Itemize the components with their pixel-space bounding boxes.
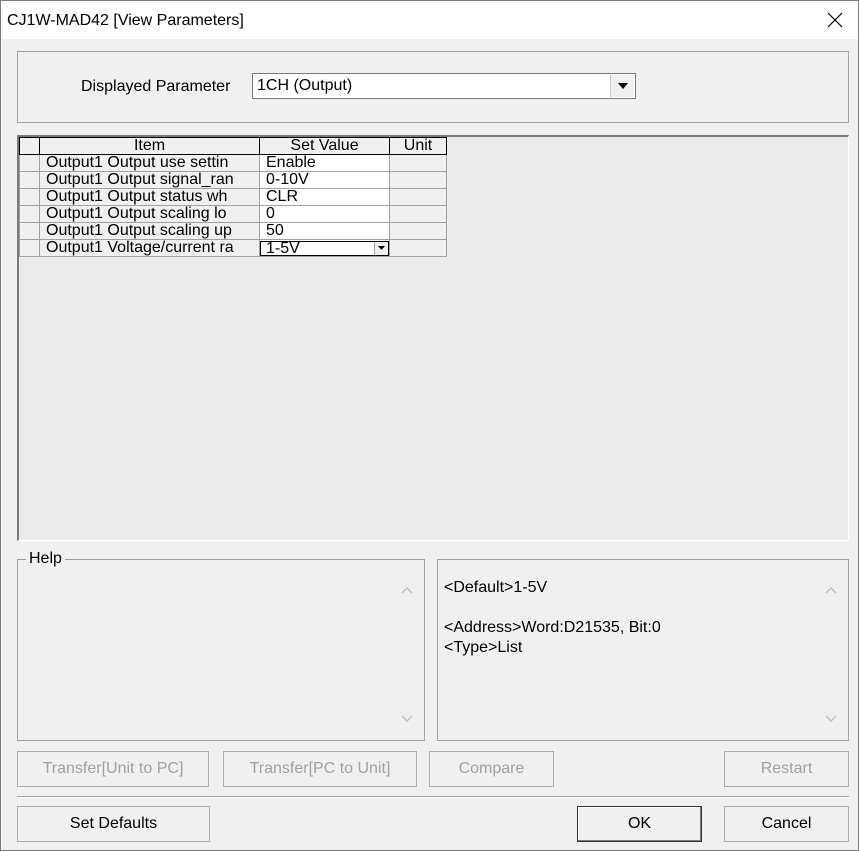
set-value-cell[interactable]: 1-5V — [259, 239, 390, 257]
details-panel: <Default>1-5V​<Address>Word:D21535, Bit:… — [437, 559, 849, 741]
cancel-button[interactable]: Cancel — [724, 806, 849, 842]
unit-cell — [389, 222, 447, 240]
set-value-cell[interactable]: 50 — [259, 222, 390, 240]
table-row[interactable]: Output1 Output use settin Enable — [19, 154, 447, 172]
view-parameters-dialog: CJ1W-MAD42 [View Parameters] Displayed P… — [0, 0, 859, 851]
displayed-parameter-panel: Displayed Parameter 1CH (Output) — [17, 51, 849, 123]
table-row[interactable]: Output1 Output scaling lo 0 — [19, 205, 447, 223]
transfer-unit-to-pc-button[interactable]: Transfer[Unit to PC] — [17, 751, 209, 787]
unit-cell — [389, 239, 447, 257]
column-header-item[interactable]: Item — [39, 137, 260, 155]
type-text: <Type>List — [444, 639, 523, 656]
separator — [17, 796, 849, 798]
table-row[interactable]: Output1 Output scaling up 50 — [19, 222, 447, 240]
voltage-range-value: 1-5V — [266, 239, 300, 257]
row-header[interactable] — [19, 171, 40, 189]
chevron-down-icon — [825, 714, 837, 722]
dropdown-button[interactable] — [610, 75, 634, 97]
compare-button[interactable]: Compare — [429, 751, 554, 787]
item-cell[interactable]: Output1 Output scaling lo — [39, 205, 260, 223]
displayed-parameter-select[interactable]: 1CH (Output) — [252, 73, 636, 99]
table-row[interactable]: Output1 Output status wh CLR — [19, 188, 447, 206]
scroll-down-button[interactable] — [820, 706, 842, 730]
set-value-cell[interactable]: Enable — [259, 154, 390, 172]
item-cell[interactable]: Output1 Output scaling up — [39, 222, 260, 240]
row-header[interactable] — [19, 222, 40, 240]
table-row[interactable]: Output1 Output signal_ran 0-10V — [19, 171, 447, 189]
default-value-text: <Default>1-5V — [444, 579, 548, 596]
chevron-down-icon — [617, 83, 628, 89]
row-header[interactable] — [19, 239, 40, 257]
scroll-down-button[interactable] — [396, 706, 418, 730]
window-title: CJ1W-MAD42 [View Parameters] — [7, 12, 244, 29]
help-label: Help — [26, 550, 65, 568]
unit-cell — [389, 171, 447, 189]
address-text: <Address>Word:D21535, Bit:0 — [444, 619, 661, 636]
unit-cell — [389, 154, 447, 172]
set-defaults-button[interactable]: Set Defaults — [17, 806, 210, 842]
close-button[interactable] — [812, 1, 858, 39]
item-cell[interactable]: Output1 Output signal_ran — [39, 171, 260, 189]
cell-dropdown-button[interactable] — [374, 241, 388, 255]
close-icon — [827, 12, 843, 28]
table-row[interactable]: Output1 Voltage/current ra 1-5V — [19, 239, 447, 257]
details-scrollbar[interactable] — [820, 578, 842, 730]
scroll-up-button[interactable] — [396, 578, 418, 602]
row-header[interactable] — [19, 188, 40, 206]
set-value-cell[interactable]: CLR — [259, 188, 390, 206]
title-bar: CJ1W-MAD42 [View Parameters] — [1, 1, 858, 39]
ok-button[interactable]: OK — [577, 806, 702, 842]
unit-cell — [389, 205, 447, 223]
row-header[interactable] — [19, 205, 40, 223]
chevron-down-icon — [378, 246, 385, 250]
grid-header-row: Item Set Value Unit — [19, 137, 447, 155]
row-header[interactable] — [19, 154, 40, 172]
item-cell[interactable]: Output1 Output status wh — [39, 188, 260, 206]
displayed-parameter-value: 1CH (Output) — [257, 77, 353, 94]
chevron-down-icon — [401, 714, 413, 722]
displayed-parameter-label: Displayed Parameter — [81, 78, 231, 95]
help-panel: Help — [17, 550, 425, 741]
scroll-up-button[interactable] — [820, 578, 842, 602]
voltage-range-select[interactable]: 1-5V — [260, 239, 389, 257]
item-cell[interactable]: Output1 Output use settin — [39, 154, 260, 172]
set-value-cell[interactable]: 0-10V — [259, 171, 390, 189]
item-cell[interactable]: Output1 Voltage/current ra — [39, 239, 260, 257]
details-text: <Default>1-5V​<Address>Word:D21535, Bit:… — [444, 578, 661, 658]
chevron-up-icon — [401, 586, 413, 594]
help-scrollbar[interactable] — [396, 578, 418, 730]
unit-cell — [389, 188, 447, 206]
column-header-unit[interactable]: Unit — [389, 137, 447, 155]
row-header-corner — [19, 137, 40, 155]
chevron-up-icon — [825, 586, 837, 594]
column-header-set-value[interactable]: Set Value — [259, 137, 390, 155]
parameter-table: Item Set Value Unit Output1 Output use s… — [19, 137, 447, 257]
parameter-grid[interactable]: Item Set Value Unit Output1 Output use s… — [17, 135, 849, 541]
restart-button[interactable]: Restart — [724, 751, 849, 787]
transfer-pc-to-unit-button[interactable]: Transfer[PC to Unit] — [223, 751, 417, 787]
set-value-cell[interactable]: 0 — [259, 205, 390, 223]
